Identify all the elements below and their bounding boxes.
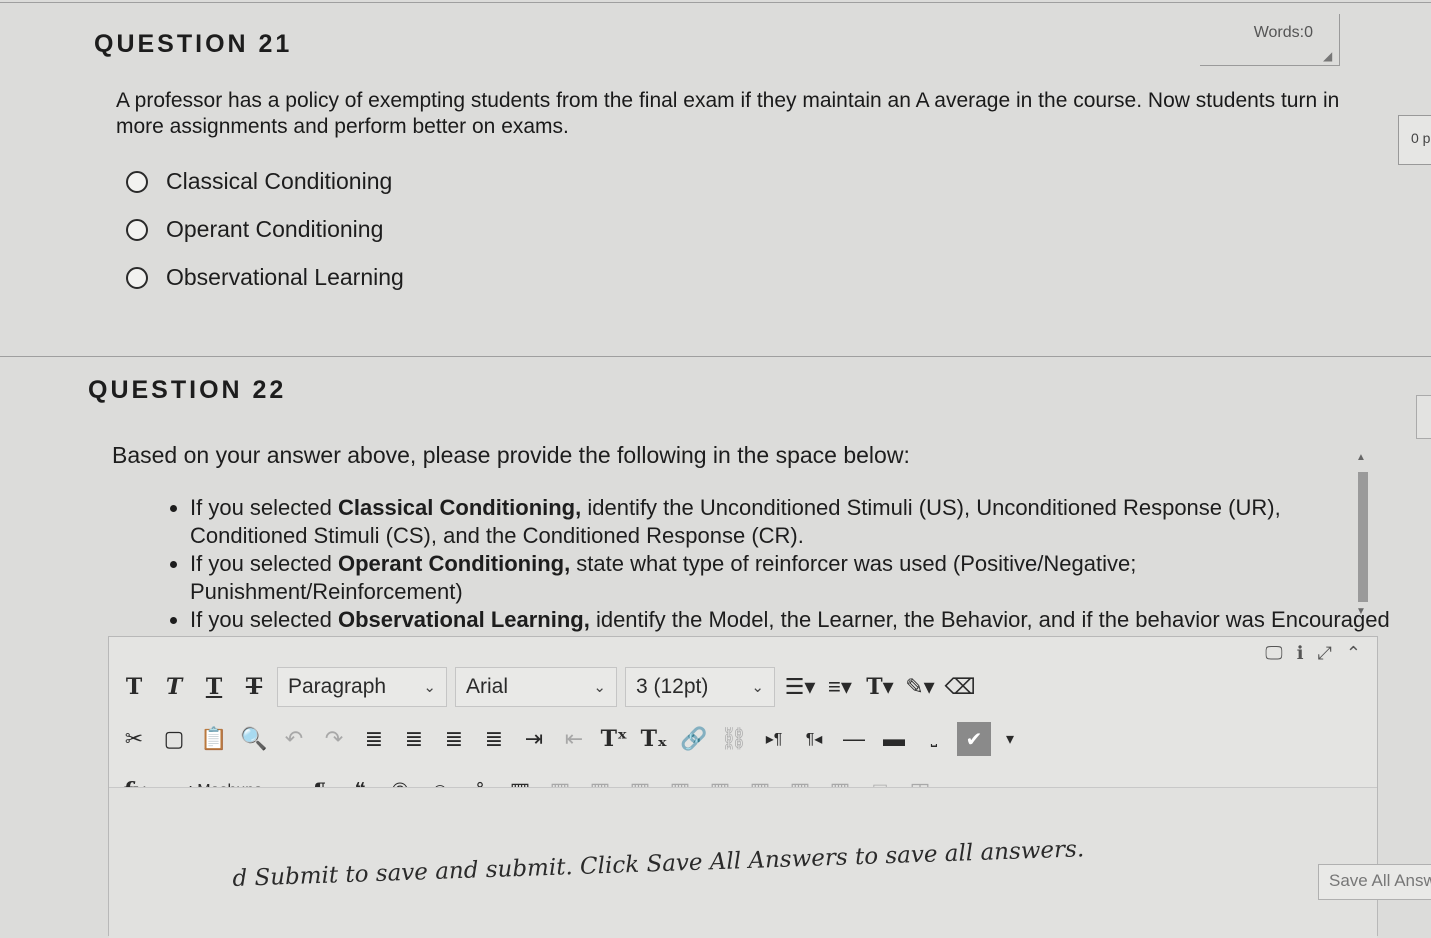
italic-icon[interactable]: T: [157, 670, 191, 704]
bullet-lead: If you selected: [190, 607, 338, 632]
scroll-up-icon[interactable]: ▲: [1356, 452, 1366, 463]
bullet-bold: Classical Conditioning,: [337, 495, 582, 520]
side-tab: [1416, 395, 1431, 439]
rich-text-editor: 🖵 ℹ ⤢ ⌃ T T T T Paragraph ⌄ Arial ⌄ 3 (12p…: [108, 636, 1378, 938]
bold-icon[interactable]: T: [117, 670, 151, 704]
bullet-lead: If you selected: [190, 551, 338, 576]
subscript-icon[interactable]: Tₓ: [637, 722, 671, 756]
unlink-icon[interactable]: ⛓: [717, 722, 751, 756]
scroll-down-icon[interactable]: ▼: [1356, 606, 1366, 617]
option-label: Operant Conditioning: [166, 216, 384, 242]
collapse-icon[interactable]: ⌃: [1346, 643, 1361, 664]
save-all-answers-button[interactable]: Save All Answ: [1318, 864, 1431, 900]
fullscreen-icon[interactable]: ⤢: [1318, 643, 1332, 664]
size-select-value: 3 (12pt): [636, 675, 709, 698]
top-divider: [0, 2, 1431, 3]
word-count: Words:0: [1253, 24, 1313, 41]
list-item: If you selected Classical Conditioning, …: [190, 494, 1390, 550]
points-tab: 0 p: [1398, 115, 1431, 165]
option-label: Classical Conditioning: [166, 168, 393, 194]
toolbar-row-2: ✂ ▢ 📋 🔍 ↶ ↷ ≣ ≣ ≣ ≣ ⇥ ⇤ Tˣ Tₓ 🔗 ⛓ ▸¶ ¶◂ …: [117, 717, 1033, 761]
resize-grip-icon[interactable]: ◢: [1323, 49, 1335, 63]
option-classical[interactable]: Classical Conditioning: [126, 168, 392, 195]
redo-icon[interactable]: ↷: [317, 722, 351, 756]
format-select[interactable]: Paragraph ⌄: [277, 667, 447, 707]
horizontal-rule-icon[interactable]: —: [837, 722, 871, 756]
question-22-title: QUESTION 22: [88, 376, 287, 404]
question-22-prompt: Based on your answer above, please provi…: [112, 442, 910, 468]
bullet-lead: If you selected: [190, 495, 338, 520]
font-select-value: Arial: [466, 675, 509, 698]
chevron-down-icon: ⌄: [423, 679, 436, 696]
chevron-down-icon: ⌄: [751, 679, 764, 696]
size-select[interactable]: 3 (12pt) ⌄: [625, 667, 775, 707]
undo-icon[interactable]: ↶: [277, 722, 311, 756]
font-select[interactable]: Arial ⌄: [455, 667, 617, 707]
word-count-box: Words:0 ◢: [1200, 14, 1340, 66]
text-style-icon[interactable]: T▾: [863, 670, 897, 704]
superscript-icon[interactable]: Tˣ: [597, 722, 631, 756]
option-label: Observational Learning: [166, 264, 404, 290]
radio-button-classical[interactable]: [126, 170, 148, 193]
link-icon[interactable]: 🔗: [677, 722, 711, 756]
radio-button-observational[interactable]: [126, 266, 148, 289]
question-21-title: QUESTION 21: [94, 30, 293, 58]
bullet-bold: Operant Conditioning,: [337, 551, 571, 576]
nonbreaking-space-icon[interactable]: ⎵: [917, 722, 951, 756]
hr-bold-icon[interactable]: ▬: [877, 722, 911, 756]
outdent-icon[interactable]: ⇤: [557, 722, 591, 756]
rtl-icon[interactable]: ¶◂: [797, 722, 831, 756]
bullet-list-icon[interactable]: ☰▾: [783, 670, 817, 704]
option-operant[interactable]: Operant Conditioning: [126, 216, 383, 243]
toolbar-row-1: T T T T Paragraph ⌄ Arial ⌄ 3 (12pt) ⌄ ☰▾ ≡…: [117, 665, 983, 709]
highlight-icon[interactable]: ✎▾: [903, 670, 937, 704]
list-item: If you selected Operant Conditioning, st…: [190, 550, 1390, 606]
scroll-thumb[interactable]: [1358, 472, 1368, 602]
option-observational[interactable]: Observational Learning: [126, 264, 404, 291]
question-21-text: A professor has a policy of exempting st…: [116, 89, 1340, 138]
info-icon[interactable]: ℹ: [1297, 643, 1304, 664]
numbered-list-icon[interactable]: ≡▾: [823, 670, 857, 704]
editor-window-controls: 🖵 ℹ ⤢ ⌃: [1265, 643, 1361, 664]
spellcheck-dropdown-icon[interactable]: ▾: [993, 722, 1027, 756]
copy-icon[interactable]: ▢: [157, 722, 191, 756]
spellcheck-icon[interactable]: ✔: [957, 722, 991, 756]
align-right-icon[interactable]: ≣: [437, 722, 471, 756]
strikethrough-icon[interactable]: T: [237, 670, 271, 704]
cut-icon[interactable]: ✂: [117, 722, 151, 756]
align-center-icon[interactable]: ≣: [397, 722, 431, 756]
eraser-icon[interactable]: ⌫: [943, 670, 977, 704]
align-justify-icon[interactable]: ≣: [477, 722, 511, 756]
ltr-icon[interactable]: ▸¶: [757, 722, 791, 756]
paste-icon[interactable]: 📋: [197, 722, 231, 756]
question-divider: [0, 356, 1431, 357]
underline-icon[interactable]: T: [197, 670, 231, 704]
format-select-value: Paragraph: [288, 675, 387, 698]
radio-button-operant[interactable]: [126, 218, 148, 241]
align-left-icon[interactable]: ≣: [357, 722, 391, 756]
instructions-scrollbar[interactable]: ▲ ▼: [1354, 452, 1370, 622]
find-icon[interactable]: 🔍: [237, 722, 271, 756]
indent-icon[interactable]: ⇥: [517, 722, 551, 756]
chevron-down-icon: ⌄: [593, 679, 606, 696]
preview-icon[interactable]: 🖵: [1265, 643, 1282, 664]
bullet-bold: Observational Learning,: [337, 607, 590, 632]
